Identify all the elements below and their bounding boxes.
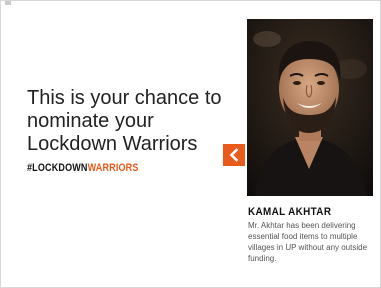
nomination-card: This is your chance to nominate your Loc…: [0, 0, 381, 288]
hashtag-part-warriors: WARRIORS: [87, 162, 139, 174]
featured-person-name: KAMAL AKHTAR: [248, 206, 332, 218]
featured-person-description: Mr. Akhtar has been delivering essential…: [248, 221, 368, 263]
hashtag-part-lockdown: #LOCKDOWN: [27, 162, 88, 174]
profile-photo: [247, 19, 373, 196]
hashtag-link[interactable]: #LOCKDOWNWARRIORS: [27, 162, 139, 174]
corner-mark: [5, 1, 11, 5]
chevron-left-icon: [229, 148, 239, 162]
promo-headline: This is your chance to nominate your Loc…: [27, 87, 222, 155]
carousel-prev-button[interactable]: [223, 144, 245, 166]
